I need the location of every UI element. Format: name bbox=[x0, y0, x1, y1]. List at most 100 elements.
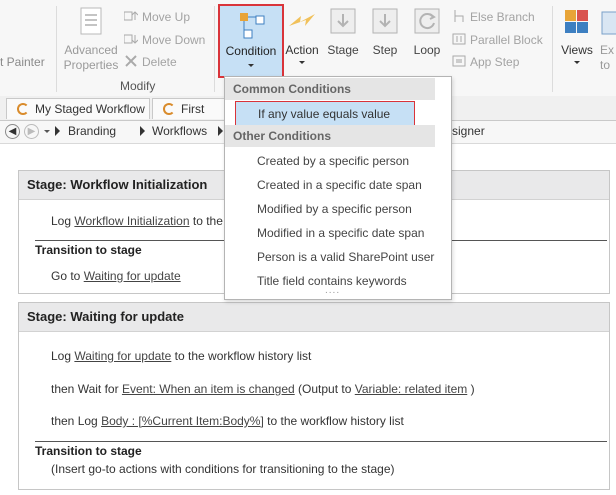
app-step-icon bbox=[452, 53, 466, 67]
event-link[interactable]: Event: When an item is changed bbox=[122, 382, 295, 396]
action-label: Action bbox=[285, 43, 319, 57]
tab-first-stage[interactable]: First Stag bbox=[152, 98, 232, 119]
log-body-action: then Log Body : [%Current Item:Body%] to… bbox=[51, 414, 404, 428]
other-conditions-header: Other Conditions bbox=[225, 125, 435, 147]
export-button[interactable]: Ex to bbox=[600, 8, 616, 78]
transition-label: Transition to stage bbox=[35, 243, 142, 257]
else-branch-button[interactable]: Else Branch bbox=[452, 7, 535, 27]
goto-stage-link[interactable]: Waiting for update bbox=[84, 269, 181, 283]
breadcrumb-designer[interactable]: signer bbox=[452, 124, 485, 138]
else-branch-icon bbox=[452, 8, 466, 22]
views-dropdown-arrow-icon bbox=[574, 61, 580, 64]
workflow-icon bbox=[163, 103, 175, 115]
views-button[interactable]: Views bbox=[556, 6, 598, 64]
views-icon bbox=[565, 10, 588, 33]
delete-button[interactable]: Delete bbox=[124, 52, 177, 72]
parallel-block-icon bbox=[452, 31, 466, 45]
goto-prefix: Go to bbox=[51, 269, 81, 283]
goto-action: Go to Waiting for update bbox=[51, 269, 181, 283]
advanced-properties-label-line1: Advanced bbox=[64, 43, 118, 57]
log-suffix: to the bbox=[192, 214, 223, 228]
log-prefix: Log bbox=[51, 214, 72, 228]
action-button[interactable]: Action bbox=[284, 6, 320, 64]
move-down-button[interactable]: Move Down bbox=[123, 30, 206, 50]
variable-link[interactable]: Variable: related item bbox=[355, 382, 468, 396]
stage-label: Stage bbox=[327, 43, 359, 57]
action-dropdown-arrow-icon bbox=[299, 61, 305, 64]
log-message-link[interactable]: Waiting for update bbox=[74, 349, 171, 363]
common-conditions-header: Common Conditions bbox=[225, 78, 435, 100]
condition-dropdown-menu: Common Conditions If any value equals va… bbox=[224, 76, 452, 300]
menu-item-modified-in-date-span[interactable]: Modified in a specific date span bbox=[257, 226, 424, 240]
delete-icon bbox=[124, 53, 138, 67]
export-label-line1: Ex bbox=[600, 43, 615, 57]
log-message-link[interactable]: Workflow Initialization bbox=[74, 214, 189, 228]
back-icon[interactable]: ◀ bbox=[5, 124, 20, 139]
log-prefix: then Log bbox=[51, 414, 98, 428]
log-suffix: to the workflow history list bbox=[174, 349, 312, 363]
tab-label: My Staged Workflow bbox=[35, 102, 145, 116]
advanced-properties-label-line2: Properties bbox=[63, 58, 119, 72]
modify-group-label: Modify bbox=[120, 79, 156, 93]
ribbon-separator bbox=[56, 6, 57, 92]
menu-item-if-any-value-equals-value[interactable]: If any value equals value bbox=[235, 101, 415, 128]
menu-item-modified-by-person[interactable]: Modified by a specific person bbox=[257, 202, 412, 216]
menu-item-label: If any value equals value bbox=[258, 107, 391, 121]
step-label: Step bbox=[372, 43, 398, 57]
menu-item-created-by-person[interactable]: Created by a specific person bbox=[257, 154, 409, 168]
stage-title: Stage: Waiting for update bbox=[19, 303, 609, 332]
move-up-icon bbox=[123, 8, 139, 21]
log-action: Log Workflow Initialization to the bbox=[51, 214, 223, 228]
export-icon bbox=[601, 11, 616, 35]
breadcrumb-workflows[interactable]: Workflows bbox=[152, 124, 207, 138]
move-down-icon bbox=[123, 31, 139, 44]
menu-item-valid-sharepoint-user[interactable]: Person is a valid SharePoint user bbox=[257, 250, 434, 264]
tab-label: First Stag bbox=[181, 102, 205, 116]
breadcrumb-separator-icon bbox=[140, 126, 145, 136]
move-down-label: Move Down bbox=[142, 33, 206, 47]
step-button[interactable]: Step bbox=[366, 6, 404, 57]
views-label: Views bbox=[561, 43, 593, 57]
stage-waiting-for-update: Stage: Waiting for update Log Waiting fo… bbox=[18, 302, 610, 490]
output-suffix: ) bbox=[470, 382, 475, 396]
workflow-icon bbox=[17, 103, 29, 115]
output-prefix: (Output to bbox=[298, 382, 352, 396]
move-up-button[interactable]: Move Up bbox=[123, 7, 190, 27]
wait-prefix: then Wait for bbox=[51, 382, 119, 396]
tab-my-staged-workflow[interactable]: My Staged Workflow bbox=[6, 98, 150, 119]
app-step-label: App Step bbox=[470, 55, 520, 69]
loop-label: Loop bbox=[413, 43, 441, 57]
ribbon-separator bbox=[552, 6, 553, 92]
advanced-properties-button[interactable]: Advanced Properties bbox=[60, 6, 122, 73]
format-painter-button[interactable]: t Painter bbox=[0, 52, 45, 72]
transition-divider bbox=[35, 441, 607, 442]
breadcrumb-separator-icon bbox=[218, 126, 223, 136]
stage-button[interactable]: Stage bbox=[324, 6, 362, 57]
transition-hint[interactable]: (Insert go-to actions with conditions fo… bbox=[51, 462, 395, 476]
app-step-button[interactable]: App Step bbox=[452, 52, 519, 72]
loop-button[interactable]: Loop bbox=[408, 6, 446, 57]
condition-icon bbox=[240, 13, 265, 39]
forward-icon[interactable]: ▶ bbox=[24, 124, 39, 139]
log-action: Log Waiting for update to the workflow h… bbox=[51, 349, 311, 363]
breadcrumb-separator-icon bbox=[55, 126, 60, 136]
properties-icon bbox=[80, 7, 102, 35]
condition-label: Condition bbox=[225, 44, 277, 58]
else-branch-label: Else Branch bbox=[470, 10, 535, 24]
loop-icon bbox=[414, 8, 440, 34]
history-dropdown-icon[interactable] bbox=[44, 130, 50, 133]
body-link[interactable]: Body : [%Current Item:Body%] bbox=[101, 414, 264, 428]
log-suffix: to the workflow history list bbox=[267, 414, 404, 428]
parallel-block-button[interactable]: Parallel Block bbox=[452, 30, 543, 50]
resize-grip-icon[interactable]: .... bbox=[325, 285, 340, 296]
export-label-line2: to bbox=[600, 58, 611, 72]
ribbon-separator bbox=[214, 6, 215, 92]
transition-label: Transition to stage bbox=[35, 444, 142, 458]
wait-for-event-action: then Wait for Event: When an item is cha… bbox=[51, 382, 475, 396]
delete-label: Delete bbox=[142, 55, 177, 69]
breadcrumb-branding[interactable]: Branding bbox=[68, 124, 116, 138]
condition-dropdown-arrow-icon bbox=[248, 64, 254, 67]
condition-button[interactable]: Condition bbox=[218, 4, 284, 78]
menu-item-created-in-date-span[interactable]: Created in a specific date span bbox=[257, 178, 422, 192]
step-icon bbox=[372, 8, 398, 34]
